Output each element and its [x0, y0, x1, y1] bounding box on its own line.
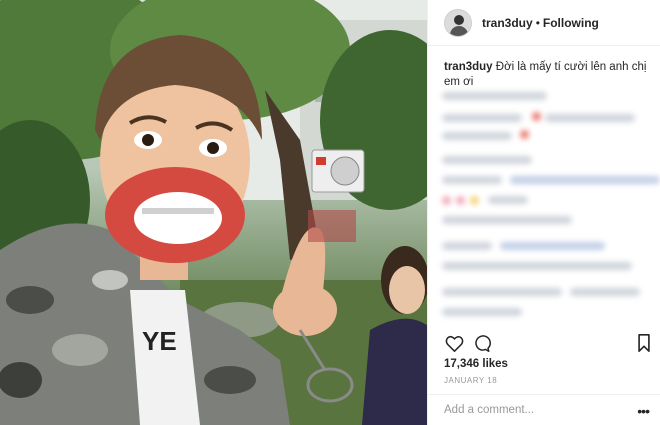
- post-caption: tran3duy Đời là mấy tí cười lên anh chị …: [444, 60, 649, 90]
- more-options-icon[interactable]: •••: [637, 403, 650, 419]
- avatar[interactable]: [444, 8, 472, 37]
- username-link[interactable]: tran3duy: [482, 16, 533, 30]
- blurred-comments: [440, 92, 660, 317]
- post-header: tran3duy • Following: [428, 0, 660, 46]
- likes-count[interactable]: 17,346 likes: [444, 358, 508, 370]
- bookmark-icon[interactable]: [634, 333, 654, 353]
- comment-input[interactable]: Add a comment...: [444, 404, 534, 416]
- comment-bar: Add a comment... •••: [428, 394, 660, 425]
- comment-icon[interactable]: [472, 333, 492, 353]
- caption-username[interactable]: tran3duy: [444, 61, 493, 73]
- following-button[interactable]: Following: [543, 16, 599, 30]
- post-side-panel: tran3duy • Following tran3duy Đời là mấy…: [427, 0, 660, 425]
- post-photo-illustration: YE: [0, 0, 427, 425]
- post-actions: [444, 333, 650, 355]
- svg-text:YE: YE: [142, 326, 177, 356]
- post-date: JANUARY 18: [444, 376, 498, 385]
- separator-dot: •: [535, 15, 540, 30]
- post-photo[interactable]: YE: [0, 0, 427, 425]
- heart-icon[interactable]: [444, 333, 464, 353]
